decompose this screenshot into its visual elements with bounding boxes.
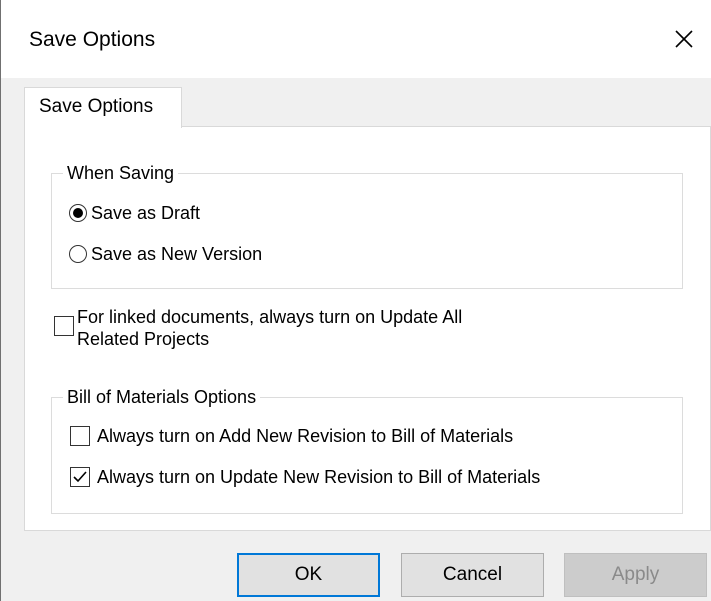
add-new-revision-checkbox[interactable] [70, 426, 90, 446]
title-bar: Save Options [1, 0, 711, 78]
linked-docs-label-line1[interactable]: For linked documents, always turn on Upd… [77, 306, 462, 328]
bom-options-group: Bill of Materials Options Always turn on… [51, 386, 683, 514]
close-icon [675, 30, 693, 48]
apply-button[interactable]: Apply [564, 553, 707, 597]
save-as-new-version-label[interactable]: Save as New Version [91, 243, 262, 265]
ok-button[interactable]: OK [237, 553, 380, 597]
linked-docs-checkbox[interactable] [54, 316, 74, 336]
add-new-revision-label[interactable]: Always turn on Add New Revision to Bill … [97, 425, 513, 447]
save-as-draft-radio[interactable] [69, 204, 87, 222]
tab-save-options[interactable]: Save Options [24, 87, 182, 128]
update-new-revision-checkbox[interactable] [70, 467, 90, 487]
when-saving-legend: When Saving [63, 162, 179, 184]
window-title: Save Options [29, 28, 156, 51]
tab-panel: When Saving Save as Draft Save as New Ve… [24, 126, 711, 531]
save-as-new-version-radio[interactable] [69, 245, 87, 263]
when-saving-group: When Saving Save as Draft Save as New Ve… [51, 162, 683, 289]
bom-options-legend: Bill of Materials Options [63, 386, 261, 408]
linked-docs-label-line2[interactable]: Related Projects [77, 328, 209, 350]
tab-label: Save Options [39, 96, 154, 117]
cancel-button[interactable]: Cancel [401, 553, 544, 597]
update-new-revision-label[interactable]: Always turn on Update New Revision to Bi… [97, 466, 540, 488]
checkmark-icon [73, 471, 87, 483]
save-options-dialog: Save Options Save Options When Saving Sa… [0, 0, 711, 601]
save-as-draft-label[interactable]: Save as Draft [91, 202, 200, 224]
close-button[interactable] [657, 14, 711, 64]
